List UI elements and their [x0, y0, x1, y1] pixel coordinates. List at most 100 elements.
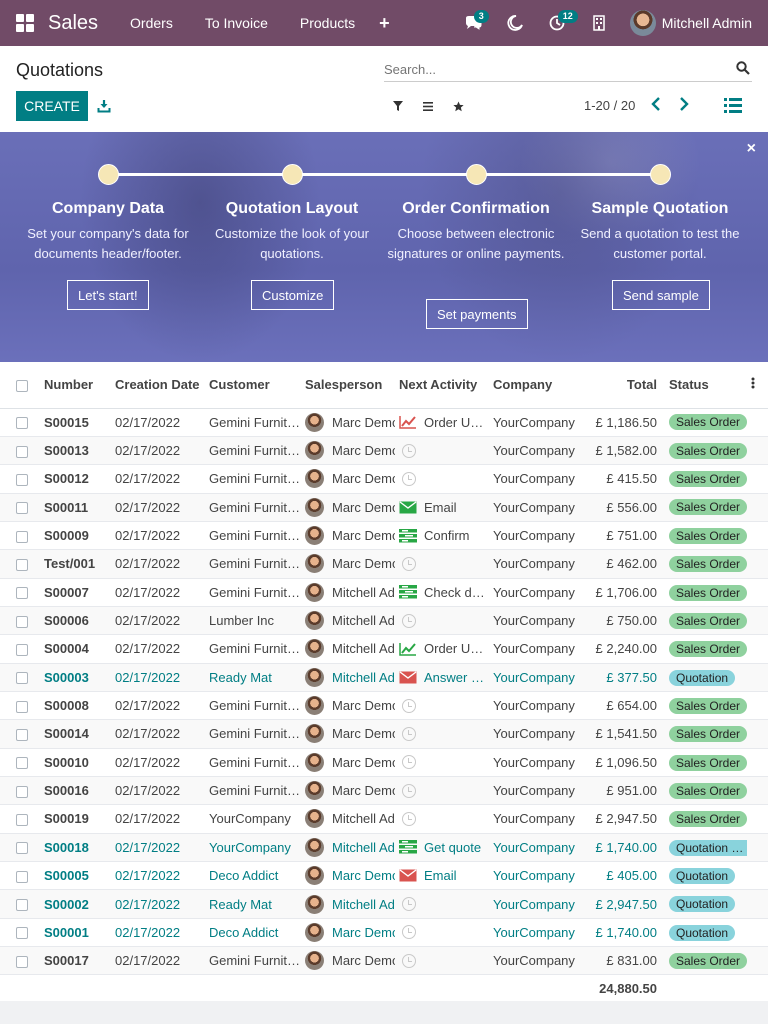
- clock-icon[interactable]: [399, 783, 417, 798]
- table-row[interactable]: S00004 02/17/2022 Gemini Furniture Mitchell…: [0, 634, 768, 664]
- table-row[interactable]: S00005 02/17/2022 Deco Addict Marc Demo Emai…: [0, 861, 768, 891]
- clock-icon[interactable]: [399, 755, 417, 770]
- clock-icon[interactable]: [399, 613, 417, 628]
- clock-icon[interactable]: [399, 698, 417, 713]
- next-activity-cell[interactable]: Confirm: [395, 521, 489, 551]
- search-icon[interactable]: [736, 61, 750, 75]
- row-checkbox[interactable]: [0, 833, 40, 863]
- next-activity-cell[interactable]: [395, 804, 489, 834]
- email-red-icon[interactable]: [399, 670, 417, 684]
- row-checkbox[interactable]: [0, 521, 40, 551]
- set-payments-button[interactable]: Set payments: [426, 299, 528, 329]
- optional-columns-icon[interactable]: [747, 362, 768, 409]
- plus-menu-icon[interactable]: +: [371, 13, 398, 34]
- clock-icon[interactable]: [399, 471, 417, 486]
- clock-icon[interactable]: [399, 556, 417, 571]
- user-menu[interactable]: Mitchell Admin: [629, 10, 752, 36]
- next-activity-cell[interactable]: [395, 889, 489, 919]
- row-checkbox[interactable]: [0, 748, 40, 777]
- row-checkbox[interactable]: [0, 804, 40, 834]
- pager-value[interactable]: 1-20 / 20: [584, 98, 635, 113]
- row-checkbox[interactable]: [0, 776, 40, 806]
- email-green-icon[interactable]: [399, 500, 417, 514]
- row-checkbox[interactable]: [0, 464, 40, 494]
- filter-icon[interactable]: [390, 98, 406, 114]
- table-row[interactable]: S00014 02/17/2022 Gemini Furniture Marc Dem…: [0, 719, 768, 749]
- table-row[interactable]: S00008 02/17/2022 Gemini Furniture Marc Dem…: [0, 691, 768, 721]
- row-checkbox[interactable]: [0, 436, 40, 466]
- chart-up-red-icon[interactable]: [399, 415, 417, 429]
- tasks-green-icon[interactable]: [399, 840, 417, 854]
- app-name[interactable]: Sales: [48, 12, 98, 35]
- col-total[interactable]: Total: [580, 362, 665, 409]
- company-button[interactable]: [578, 0, 620, 46]
- col-status[interactable]: Status: [665, 362, 747, 409]
- table-row[interactable]: S00010 02/17/2022 Gemini Furniture Marc Dem…: [0, 748, 768, 777]
- close-icon[interactable]: ×: [747, 140, 756, 158]
- table-row[interactable]: S00007 02/17/2022 Gemini Furniture Mitchell…: [0, 578, 768, 607]
- dark-mode-button[interactable]: [494, 0, 536, 46]
- chart-up-green-icon[interactable]: [399, 642, 417, 656]
- table-row[interactable]: S00009 02/17/2022 Gemini Furniture Marc Dem…: [0, 521, 768, 551]
- table-row[interactable]: S00013 02/17/2022 Gemini Furniture Marc Dem…: [0, 436, 768, 466]
- table-row[interactable]: S00011 02/17/2022 Gemini Furniture Marc Dem…: [0, 493, 768, 522]
- next-activity-cell[interactable]: [395, 691, 489, 721]
- table-row[interactable]: S0000302/17/2022Ready Mat Mitchell Admin A…: [0, 663, 768, 692]
- col-creation-date[interactable]: Creation Date: [111, 362, 205, 409]
- next-activity-cell[interactable]: Order Upsell: [395, 634, 489, 664]
- table-row[interactable]: S0001902/17/2022YourCompanyMitchell Admi…: [0, 804, 768, 834]
- row-checkbox[interactable]: [0, 663, 40, 692]
- row-checkbox[interactable]: [0, 493, 40, 522]
- next-activity-cell[interactable]: Check delivery: [395, 578, 489, 607]
- col-next-activity[interactable]: Next Activity: [395, 362, 489, 409]
- table-row[interactable]: S0000602/17/2022Lumber Inc Mitchell Admin…: [0, 606, 768, 636]
- row-checkbox[interactable]: [0, 578, 40, 607]
- row-checkbox[interactable]: [0, 691, 40, 721]
- tasks-green-icon[interactable]: [399, 585, 417, 599]
- row-checkbox[interactable]: [0, 946, 40, 976]
- table-row[interactable]: S00012 02/17/2022 Gemini Furniture Marc Dem…: [0, 464, 768, 494]
- table-row[interactable]: S0000202/17/2022Ready Mat Mitchell Admin Y…: [0, 889, 768, 919]
- lets-start-button[interactable]: Let's start!: [67, 280, 149, 310]
- clock-icon[interactable]: [399, 897, 417, 912]
- col-number[interactable]: Number: [40, 362, 111, 409]
- next-activity-cell[interactable]: Get quote: [395, 833, 489, 863]
- next-activity-cell[interactable]: [395, 464, 489, 494]
- row-checkbox[interactable]: [0, 634, 40, 664]
- table-row[interactable]: S00015 02/17/2022 Gemini Furniture Marc Dem…: [0, 408, 768, 437]
- chevron-right-icon[interactable]: [678, 97, 690, 111]
- next-activity-cell[interactable]: Answer Questions: [395, 663, 489, 692]
- row-checkbox[interactable]: [0, 408, 40, 437]
- next-activity-cell[interactable]: [395, 719, 489, 749]
- col-salesperson[interactable]: Salesperson: [301, 362, 395, 409]
- next-activity-cell[interactable]: [395, 748, 489, 777]
- table-row[interactable]: S00001 02/17/2022 Deco Addict Marc Demo Your…: [0, 918, 768, 948]
- menu-to-invoice[interactable]: To Invoice: [189, 15, 284, 31]
- row-checkbox[interactable]: [0, 719, 40, 749]
- clock-icon[interactable]: [399, 443, 417, 458]
- table-row[interactable]: S00017 02/17/2022 Gemini Furniture Marc Dem…: [0, 946, 768, 976]
- row-checkbox[interactable]: [0, 861, 40, 891]
- row-checkbox[interactable]: [0, 549, 40, 579]
- send-sample-button[interactable]: Send sample: [612, 280, 710, 310]
- table-row[interactable]: Test/001 02/17/2022 Gemini Furniture Marc D…: [0, 549, 768, 579]
- row-checkbox[interactable]: [0, 606, 40, 636]
- col-company[interactable]: Company: [489, 362, 580, 409]
- next-activity-cell[interactable]: [395, 549, 489, 579]
- create-button[interactable]: CREATE: [16, 91, 88, 121]
- apps-menu-icon[interactable]: [16, 14, 34, 32]
- clock-icon[interactable]: [399, 811, 417, 826]
- next-activity-cell[interactable]: Order Upsell: [395, 408, 489, 437]
- table-row[interactable]: S0001802/17/2022YourCompanyMitchell Admi…: [0, 833, 768, 863]
- list-view-icon[interactable]: [724, 98, 742, 113]
- activities-button[interactable]: 12: [536, 0, 578, 46]
- clock-icon[interactable]: [399, 925, 417, 940]
- customize-button[interactable]: Customize: [251, 280, 335, 310]
- next-activity-cell[interactable]: [395, 776, 489, 806]
- table-row[interactable]: S00016 02/17/2022 Gemini Furniture Marc Dem…: [0, 776, 768, 806]
- search-input[interactable]: [384, 58, 714, 80]
- col-customer[interactable]: Customer: [205, 362, 301, 409]
- group-by-icon[interactable]: [420, 98, 436, 114]
- next-activity-cell[interactable]: [395, 946, 489, 976]
- clock-icon[interactable]: [399, 726, 417, 741]
